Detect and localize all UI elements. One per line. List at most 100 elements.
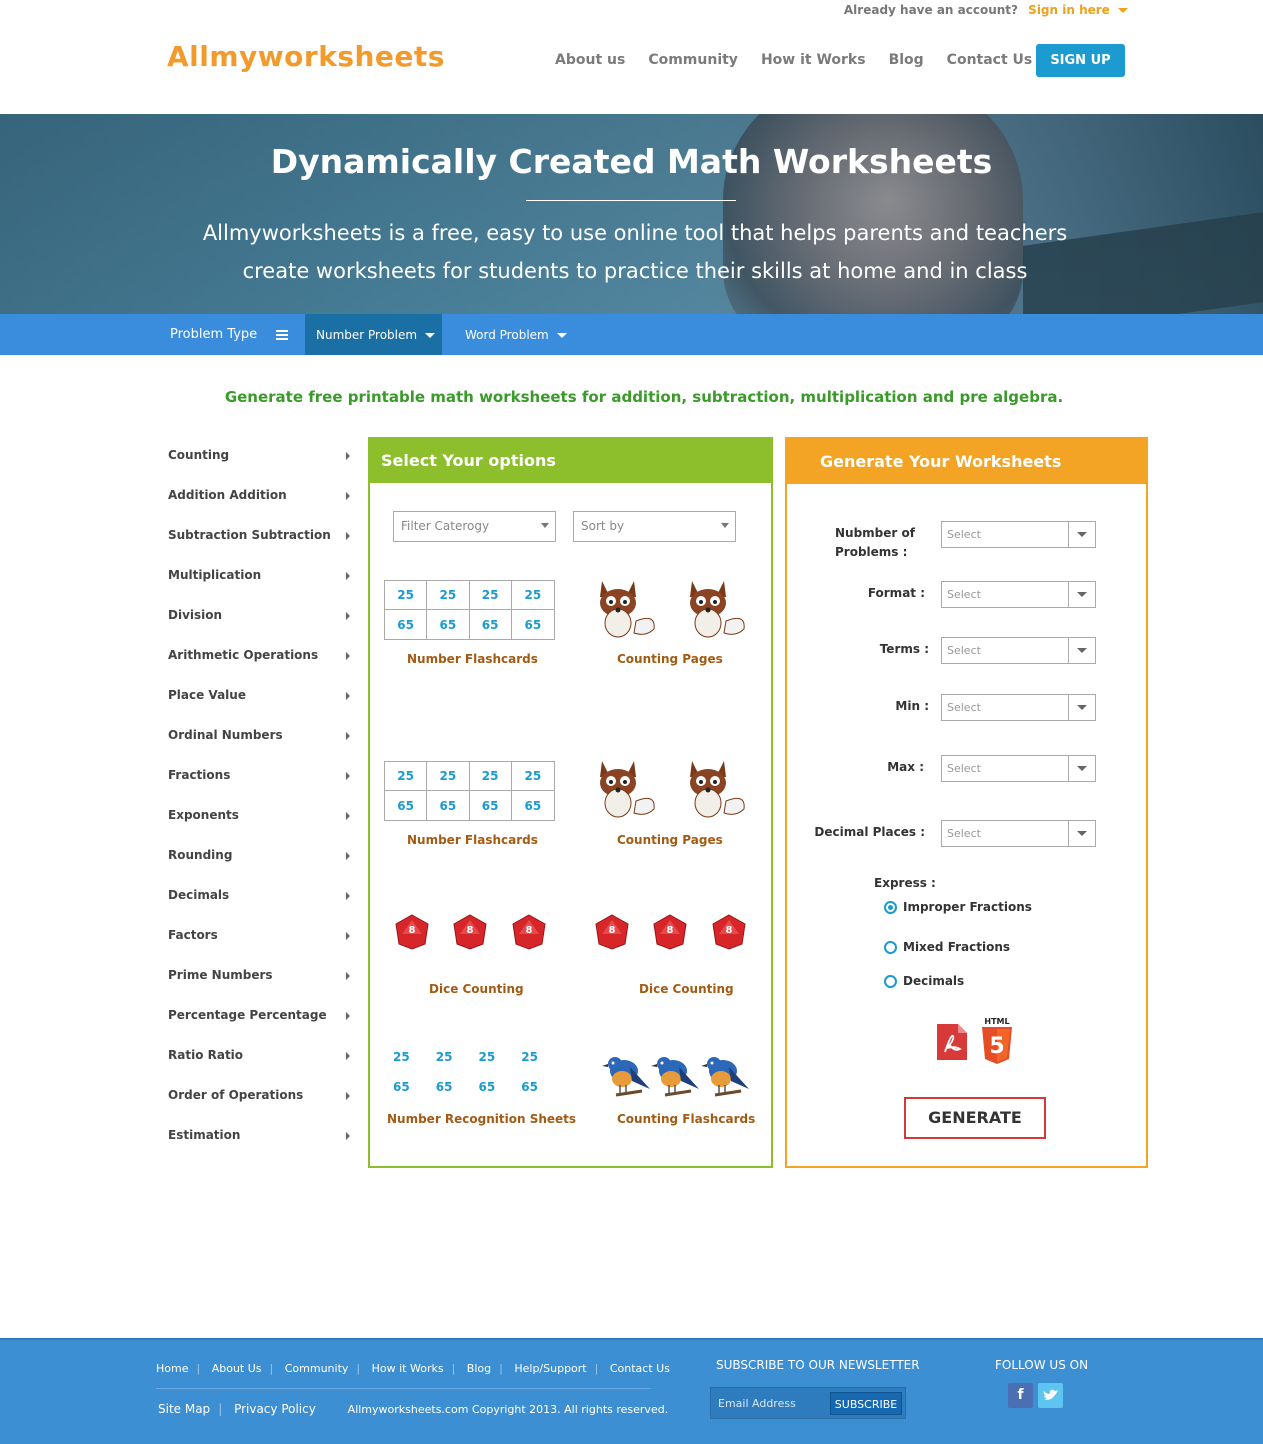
number-flashcards-preview[interactable]: 25 25 25 25 65 65 65 65: [384, 580, 555, 640]
sort-by-placeholder: Sort by: [581, 519, 625, 533]
card-caption[interactable]: Counting Flashcards: [617, 1112, 755, 1126]
chevron-right-icon: [346, 852, 350, 860]
bird-icon[interactable]: [701, 1047, 751, 1101]
dice-icon[interactable]: 8: [711, 914, 747, 950]
bird-icon[interactable]: [602, 1047, 652, 1101]
dice-icon[interactable]: 8: [394, 914, 430, 950]
site-logo[interactable]: Allmyworksheets: [167, 40, 445, 73]
fox-icon[interactable]: [678, 751, 748, 821]
footer-link-site-map[interactable]: Site Map: [158, 1402, 210, 1416]
menu-icon[interactable]: [276, 330, 288, 340]
tab-number-problem-label: Number Problem: [316, 328, 418, 342]
dice-value: 8: [609, 925, 616, 936]
decimal-places-select[interactable]: Select: [941, 820, 1096, 847]
radio-button[interactable]: [884, 975, 897, 988]
footer-link-blog[interactable]: Blog: [467, 1362, 491, 1375]
card-caption[interactable]: Number Recognition Sheets: [387, 1112, 576, 1126]
sidebar-item-arithmetic-operations[interactable]: Arithmetic Operations: [168, 636, 353, 676]
footer-link-about-us[interactable]: About Us: [212, 1362, 262, 1375]
card-caption[interactable]: Number Flashcards: [407, 833, 538, 847]
chevron-right-icon: [346, 532, 350, 540]
sidebar-item-decimals[interactable]: Decimals: [168, 876, 353, 916]
dice-icon[interactable]: 8: [652, 914, 688, 950]
sign-in-link[interactable]: Sign in here: [1028, 3, 1110, 17]
tab-number-problem[interactable]: Number Problem: [305, 314, 442, 355]
footer-divider: [156, 1388, 651, 1389]
filter-category-select[interactable]: Filter Caterogy: [393, 511, 556, 542]
hero-title: Dynamically Created Math Worksheets: [270, 142, 993, 181]
dice-value: 8: [726, 925, 733, 936]
chevron-down-icon[interactable]: [1118, 8, 1128, 13]
card-caption[interactable]: Dice Counting: [639, 982, 734, 996]
html5-icon[interactable]: HTML 5: [980, 1015, 1014, 1065]
footer-link-community[interactable]: Community: [285, 1362, 349, 1375]
bird-icon[interactable]: [651, 1047, 701, 1101]
radio-label: Decimals: [903, 974, 965, 988]
card-caption[interactable]: Counting Pages: [617, 833, 723, 847]
dice-icon[interactable]: 8: [594, 914, 630, 950]
select-placeholder: Select: [947, 528, 981, 541]
tab-word-problem[interactable]: Word Problem: [465, 328, 567, 342]
format-select[interactable]: Select: [941, 581, 1096, 608]
sidebar-item-label: Rounding: [168, 848, 233, 862]
sort-by-select[interactable]: Sort by: [573, 511, 736, 542]
sidebar-item-label: Place Value: [168, 688, 246, 702]
pdf-icon[interactable]: [937, 1024, 967, 1060]
sidebar-item-estimation[interactable]: Estimation: [168, 1116, 353, 1156]
radio-decimals[interactable]: Decimals: [884, 974, 964, 988]
card-caption[interactable]: Counting Pages: [617, 652, 723, 666]
number-flashcards-preview[interactable]: 25 25 25 25 65 65 65 65: [384, 761, 555, 821]
grid-cell: 25: [427, 581, 470, 610]
sidebar-item-percentage[interactable]: Percentage Percentage: [168, 996, 353, 1036]
sidebar-item-fractions[interactable]: Fractions: [168, 756, 353, 796]
footer-link-help-support[interactable]: Help/Support: [514, 1362, 586, 1375]
sidebar-item-place-value[interactable]: Place Value: [168, 676, 353, 716]
nav-community[interactable]: Community: [648, 52, 738, 68]
nav-about-us[interactable]: About us: [555, 52, 625, 68]
fox-icon[interactable]: [588, 571, 658, 641]
footer-link-how-it-works[interactable]: How it Works: [372, 1362, 444, 1375]
sidebar-item-subtraction[interactable]: Subtraction Subtraction: [168, 516, 353, 556]
nav-blog[interactable]: Blog: [889, 52, 924, 68]
sidebar-item-division[interactable]: Division: [168, 596, 353, 636]
nav-how-it-works[interactable]: How it Works: [761, 52, 866, 68]
sidebar-item-exponents[interactable]: Exponents: [168, 796, 353, 836]
email-field[interactable]: Email Address: [718, 1397, 796, 1410]
card-caption[interactable]: Number Flashcards: [407, 652, 538, 666]
max-select[interactable]: Select: [941, 755, 1096, 782]
fox-icon[interactable]: [678, 571, 748, 641]
generate-button[interactable]: GENERATE: [904, 1097, 1046, 1139]
dice-icon[interactable]: 8: [511, 914, 547, 950]
sidebar-item-label: Ratio Ratio: [168, 1048, 244, 1062]
sidebar-item-factors[interactable]: Factors: [168, 916, 353, 956]
radio-mixed-fractions[interactable]: Mixed Fractions: [884, 940, 1010, 954]
footer-link-home[interactable]: Home: [156, 1362, 188, 1375]
footer-link-privacy-policy[interactable]: Privacy Policy: [234, 1402, 316, 1416]
terms-select[interactable]: Select: [941, 637, 1096, 664]
facebook-icon[interactable]: f: [1008, 1383, 1033, 1408]
number-recognition-preview[interactable]: 25 25 25 25 65 65 65 65: [380, 1042, 551, 1102]
sidebar-item-multiplication[interactable]: Multiplication: [168, 556, 353, 596]
sidebar-item-ordinal-numbers[interactable]: Ordinal Numbers: [168, 716, 353, 756]
footer-link-contact-us[interactable]: Contact Us: [610, 1362, 670, 1375]
sidebar-item-prime-numbers[interactable]: Prime Numbers: [168, 956, 353, 996]
sidebar-item-counting[interactable]: Counting: [168, 436, 353, 476]
sidebar-item-label: Percentage Percentage: [168, 1008, 327, 1022]
nav-contact-us[interactable]: Contact Us: [947, 52, 1033, 68]
sidebar-item-order-of-operations[interactable]: Order of Operations: [168, 1076, 353, 1116]
sidebar-item-ratio[interactable]: Ratio Ratio: [168, 1036, 353, 1076]
radio-label: Mixed Fractions: [903, 940, 1011, 954]
card-caption[interactable]: Dice Counting: [429, 982, 524, 996]
twitter-icon[interactable]: [1038, 1383, 1063, 1408]
radio-button-checked[interactable]: [884, 901, 897, 914]
sign-up-button[interactable]: SIGN UP: [1036, 44, 1125, 77]
dice-icon[interactable]: 8: [452, 914, 488, 950]
sidebar-item-rounding[interactable]: Rounding: [168, 836, 353, 876]
radio-button[interactable]: [884, 941, 897, 954]
subscribe-button[interactable]: SUBSCRIBE: [830, 1392, 902, 1415]
fox-icon[interactable]: [588, 751, 658, 821]
num-problems-select[interactable]: Select: [941, 521, 1096, 548]
sidebar-item-addition[interactable]: Addition Addition: [168, 476, 353, 516]
min-select[interactable]: Select: [941, 694, 1096, 721]
radio-improper-fractions[interactable]: Improper Fractions: [884, 900, 1032, 914]
